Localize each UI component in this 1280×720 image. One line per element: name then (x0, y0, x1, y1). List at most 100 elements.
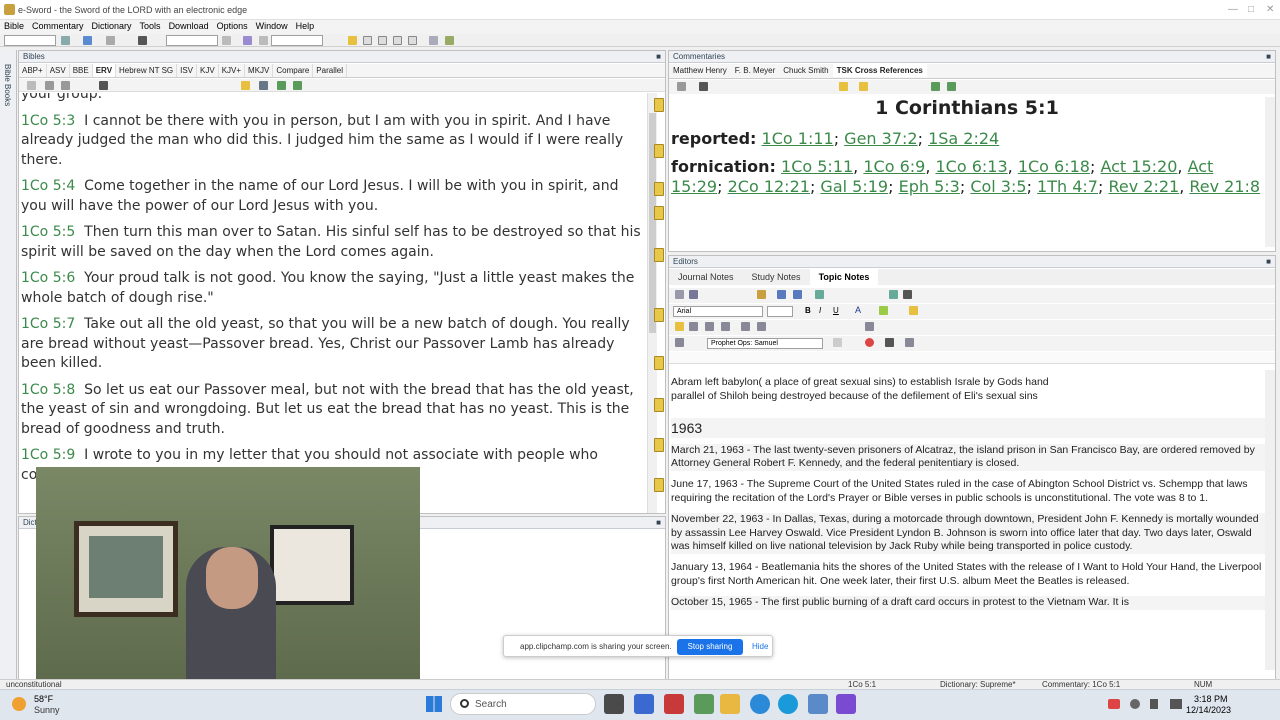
clipchamp-icon[interactable] (836, 694, 856, 714)
commentary-scrollbar[interactable] (1265, 97, 1275, 247)
close-icon[interactable]: ✕ (1266, 4, 1274, 15)
topic-note-body[interactable]: Abram left babylon( a place of great sex… (671, 376, 1265, 678)
tab-parallel[interactable]: Parallel (313, 64, 347, 77)
tab-topic-notes[interactable]: Topic Notes (809, 269, 879, 285)
widgets-icon[interactable] (634, 694, 654, 714)
file-explorer-icon[interactable] (720, 694, 740, 714)
xref-link[interactable]: Rev 21:8 (1189, 177, 1260, 196)
verse-ref[interactable]: 1Co 5:3 (21, 113, 75, 129)
tab-compare[interactable]: Compare (273, 64, 314, 77)
marker-icon[interactable] (259, 36, 268, 45)
xref-link[interactable]: 1Co 6:18 (1018, 157, 1090, 176)
bookmark-marker-icon[interactable] (654, 438, 664, 452)
italic-icon[interactable]: I (819, 306, 821, 315)
maximize-icon[interactable]: □ (1248, 4, 1254, 15)
pin-icon[interactable]: ■ (656, 518, 661, 527)
go-icon[interactable] (222, 36, 231, 45)
bookmark-marker-icon[interactable] (654, 308, 664, 322)
tray-icon[interactable] (1130, 699, 1140, 709)
windows-start-icon[interactable] (426, 696, 442, 712)
bold-icon[interactable]: B (805, 306, 811, 315)
new-icon[interactable] (675, 290, 684, 299)
font-color-icon[interactable]: A (855, 305, 861, 315)
link-icon[interactable] (815, 290, 824, 299)
verse[interactable]: 1Co 5:4 Come together in the name of our… (21, 177, 641, 216)
layout-2-icon[interactable] (363, 36, 372, 45)
fullscreen-icon[interactable] (429, 36, 438, 45)
wifi-icon[interactable] (1170, 699, 1182, 709)
tab-mkjv[interactable]: MKJV (245, 64, 274, 77)
bookmark-marker-icon[interactable] (654, 356, 664, 370)
layout-3-icon[interactable] (378, 36, 387, 45)
menu-options[interactable]: Options (213, 20, 252, 32)
spellcheck-icon[interactable] (689, 290, 698, 299)
bible-books-sidetab[interactable]: Bible Books (0, 50, 17, 680)
next-icon[interactable] (947, 82, 956, 91)
esword-taskbar-icon[interactable] (808, 694, 828, 714)
bookmark-marker-icon[interactable] (654, 478, 664, 492)
delete-topic-icon[interactable] (865, 338, 874, 347)
xref-link[interactable]: Col 3:5 (970, 177, 1026, 196)
color-select[interactable] (271, 35, 323, 46)
highlight-icon[interactable] (859, 82, 868, 91)
xref-link[interactable]: Eph 5:3 (899, 177, 960, 196)
find-icon[interactable] (699, 82, 708, 91)
ruler[interactable] (669, 352, 1275, 364)
xref-link[interactable]: 1Co 6:13 (936, 157, 1008, 176)
verse-ref[interactable]: 1Co 5:7 (21, 316, 75, 332)
tab-journal-notes[interactable]: Journal Notes (669, 269, 743, 285)
sync-icon[interactable] (61, 36, 70, 45)
verse-ref[interactable]: 1Co 5:8 (21, 382, 75, 398)
tab-abp[interactable]: ABP+ (19, 64, 47, 77)
xref-link[interactable]: 2Co 12:21 (728, 177, 810, 196)
menu-dictionary[interactable]: Dictionary (88, 20, 136, 32)
chrome-icon[interactable] (750, 694, 770, 714)
bookmark-marker-icon[interactable] (654, 98, 664, 112)
tab-asv[interactable]: ASV (47, 64, 70, 77)
xref-link[interactable]: 1Th 4:7 (1037, 177, 1098, 196)
redo-icon[interactable] (793, 290, 802, 299)
tab-kjv-plus[interactable]: KJV+ (219, 64, 246, 77)
bullet-list-icon[interactable] (757, 322, 766, 331)
record-icon[interactable] (1108, 699, 1120, 709)
task-view-icon[interactable] (604, 694, 624, 714)
print-icon[interactable] (61, 81, 70, 90)
highlight-color-icon[interactable] (879, 306, 888, 315)
pin-icon[interactable]: ■ (1266, 257, 1271, 266)
layout-4-icon[interactable] (393, 36, 402, 45)
prev-chapter-icon[interactable] (277, 81, 286, 90)
align-right-icon[interactable] (705, 322, 714, 331)
comment-icon[interactable] (909, 306, 918, 315)
verse-ref[interactable]: 1Co 5:5 (21, 224, 75, 240)
bookmark-marker-icon[interactable] (654, 248, 664, 262)
back-icon[interactable] (83, 36, 92, 45)
stop-sharing-button[interactable]: Stop sharing (677, 639, 743, 655)
tab-chuck-smith[interactable]: Chuck Smith (779, 64, 832, 77)
verse[interactable]: 1Co 5:3 I cannot be there with you in pe… (21, 112, 641, 171)
xref-link[interactable]: Gen 37:2 (844, 129, 917, 148)
next-chapter-icon[interactable] (293, 81, 302, 90)
numbered-list-icon[interactable] (741, 322, 750, 331)
xref-link[interactable]: 1Sa 2:24 (928, 129, 999, 148)
paste-icon[interactable] (757, 290, 766, 299)
copy-icon[interactable] (677, 82, 686, 91)
layout-1-icon[interactable] (348, 36, 357, 45)
tab-bbe[interactable]: BBE (70, 64, 93, 77)
topic-select[interactable]: Prophet Ops: Samuel (707, 338, 823, 349)
xref-link[interactable]: Act 15:20 (1100, 157, 1177, 176)
pin-icon[interactable]: ■ (656, 52, 661, 61)
image-icon[interactable] (889, 290, 898, 299)
find-icon[interactable] (99, 81, 108, 90)
bookmark-marker-icon[interactable] (654, 206, 664, 220)
verse[interactable]: 1Co 5:5 Then turn this man over to Satan… (21, 223, 641, 262)
menu-download[interactable]: Download (165, 20, 213, 32)
align-left-icon[interactable] (675, 322, 684, 331)
xref-link[interactable]: Rev 2:21 (1108, 177, 1179, 196)
edge-icon[interactable] (778, 694, 798, 714)
line-spacing-icon[interactable] (865, 322, 874, 331)
underline-icon[interactable]: U (833, 306, 839, 315)
layout-5-icon[interactable] (408, 36, 417, 45)
xref-link[interactable]: Gal 5:19 (820, 177, 888, 196)
zoom-icon[interactable] (839, 82, 848, 91)
weather-icon[interactable] (12, 697, 26, 711)
